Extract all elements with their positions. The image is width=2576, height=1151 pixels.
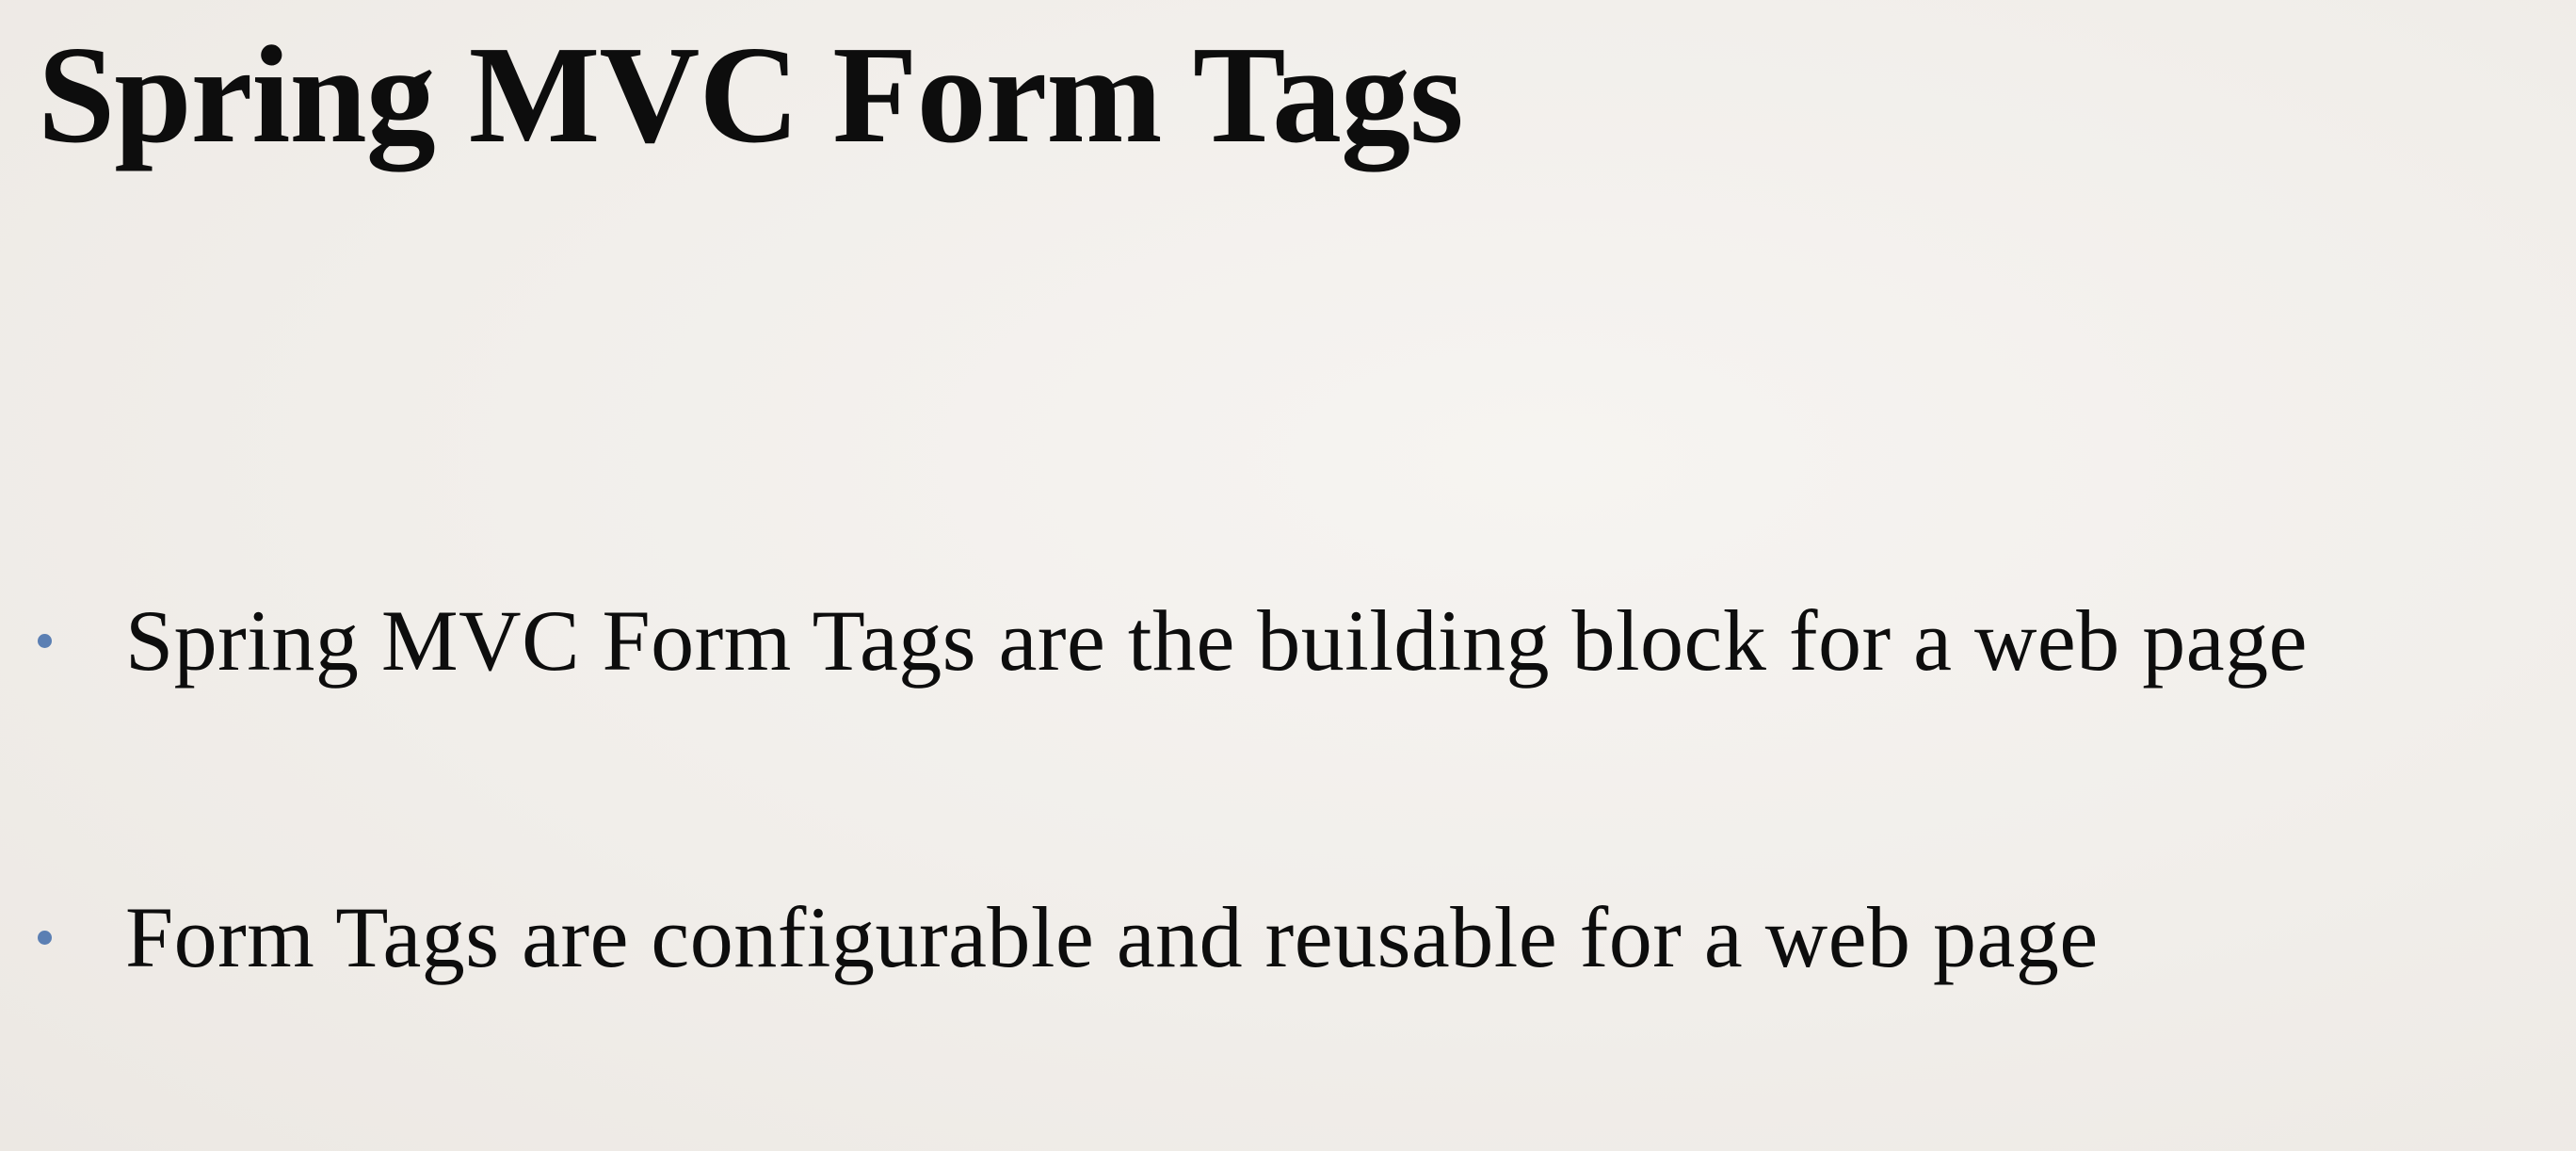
- slide-title: Spring MVC Form Tags: [38, 18, 1464, 172]
- bullet-dot-icon: [38, 633, 52, 648]
- bullet-dot-icon: [38, 930, 52, 945]
- bullet-text: Form Tags are configurable and reusable …: [125, 889, 2099, 985]
- bullet-item: Spring MVC Form Tags are the building bl…: [38, 579, 2308, 702]
- bullet-text: Spring MVC Form Tags are the building bl…: [125, 592, 2308, 689]
- presentation-slide: Spring MVC Form Tags Spring MVC Form Tag…: [0, 0, 2576, 1151]
- bullet-item: Form Tags are configurable and reusable …: [38, 876, 2099, 998]
